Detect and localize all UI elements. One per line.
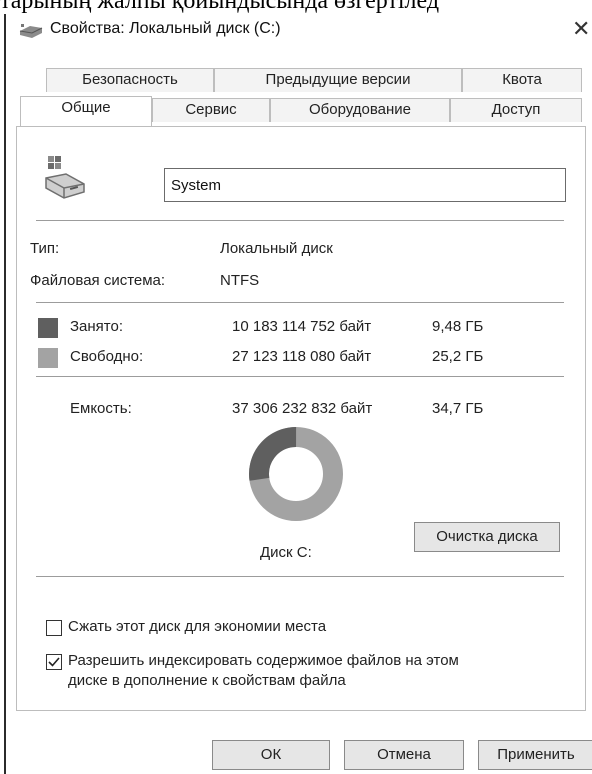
- type-value: Локальный диск: [220, 240, 333, 257]
- separator-4: [36, 576, 564, 577]
- index-checkbox[interactable]: [46, 654, 62, 670]
- index-label-line2[interactable]: диске в дополнение к свойствам файла: [68, 672, 346, 689]
- cancel-button[interactable]: Отмена: [344, 740, 464, 770]
- tab-previous-versions[interactable]: Предыдущие версии: [214, 68, 462, 92]
- compress-checkbox[interactable]: [46, 620, 62, 636]
- separator-2: [36, 302, 564, 303]
- capacity-bytes: 37 306 232 832 байт: [232, 400, 373, 417]
- properties-dialog: Свойства: Локальный диск (C:) ✕ Безопасн…: [4, 14, 592, 774]
- free-bytes: 27 123 118 080 байт: [232, 348, 372, 365]
- checkmark-icon: [48, 657, 60, 667]
- separator-1: [36, 220, 564, 221]
- used-size: 9,48 ГБ: [432, 318, 484, 335]
- tab-tools[interactable]: Сервис: [152, 98, 270, 122]
- title-bar[interactable]: Свойства: Локальный диск (C:) ✕: [6, 14, 592, 48]
- window-title: Свойства: Локальный диск (C:): [50, 20, 281, 37]
- filesystem-value: NTFS: [220, 272, 260, 289]
- ok-button[interactable]: ОК: [212, 740, 330, 770]
- drive-icon: [19, 24, 43, 38]
- disk-cleanup-button[interactable]: Очистка диска: [414, 522, 560, 552]
- compress-label[interactable]: Сжать этот диск для экономии места: [68, 618, 326, 635]
- used-space-swatch: [38, 318, 58, 338]
- apply-button[interactable]: Применить: [478, 740, 592, 770]
- free-space-swatch: [38, 348, 58, 368]
- free-size: 25,2 ГБ: [432, 348, 484, 365]
- tab-security[interactable]: Безопасность: [46, 68, 214, 92]
- disk-usage-donut: [249, 427, 343, 521]
- free-label: Свободно:: [70, 348, 144, 365]
- hard-drive-icon: [45, 156, 85, 199]
- filesystem-label: Файловая система:: [30, 272, 166, 289]
- disk-label: Диск C:: [260, 544, 312, 561]
- used-label: Занято:: [70, 318, 124, 335]
- index-label-line1[interactable]: Разрешить индексировать содержимое файло…: [68, 652, 459, 669]
- tab-sharing[interactable]: Доступ: [450, 98, 582, 122]
- used-bytes: 10 183 114 752 байт: [232, 318, 372, 335]
- type-label: Тип:: [30, 240, 60, 257]
- tab-general[interactable]: Общие: [20, 96, 152, 126]
- separator-3: [36, 376, 564, 377]
- close-icon[interactable]: ✕: [572, 16, 590, 42]
- capacity-size: 34,7 ГБ: [432, 400, 484, 417]
- tab-hardware[interactable]: Оборудование: [270, 98, 450, 122]
- capacity-label: Емкость:: [70, 400, 132, 417]
- drive-name-input[interactable]: [164, 168, 566, 202]
- tab-quota[interactable]: Квота: [462, 68, 582, 92]
